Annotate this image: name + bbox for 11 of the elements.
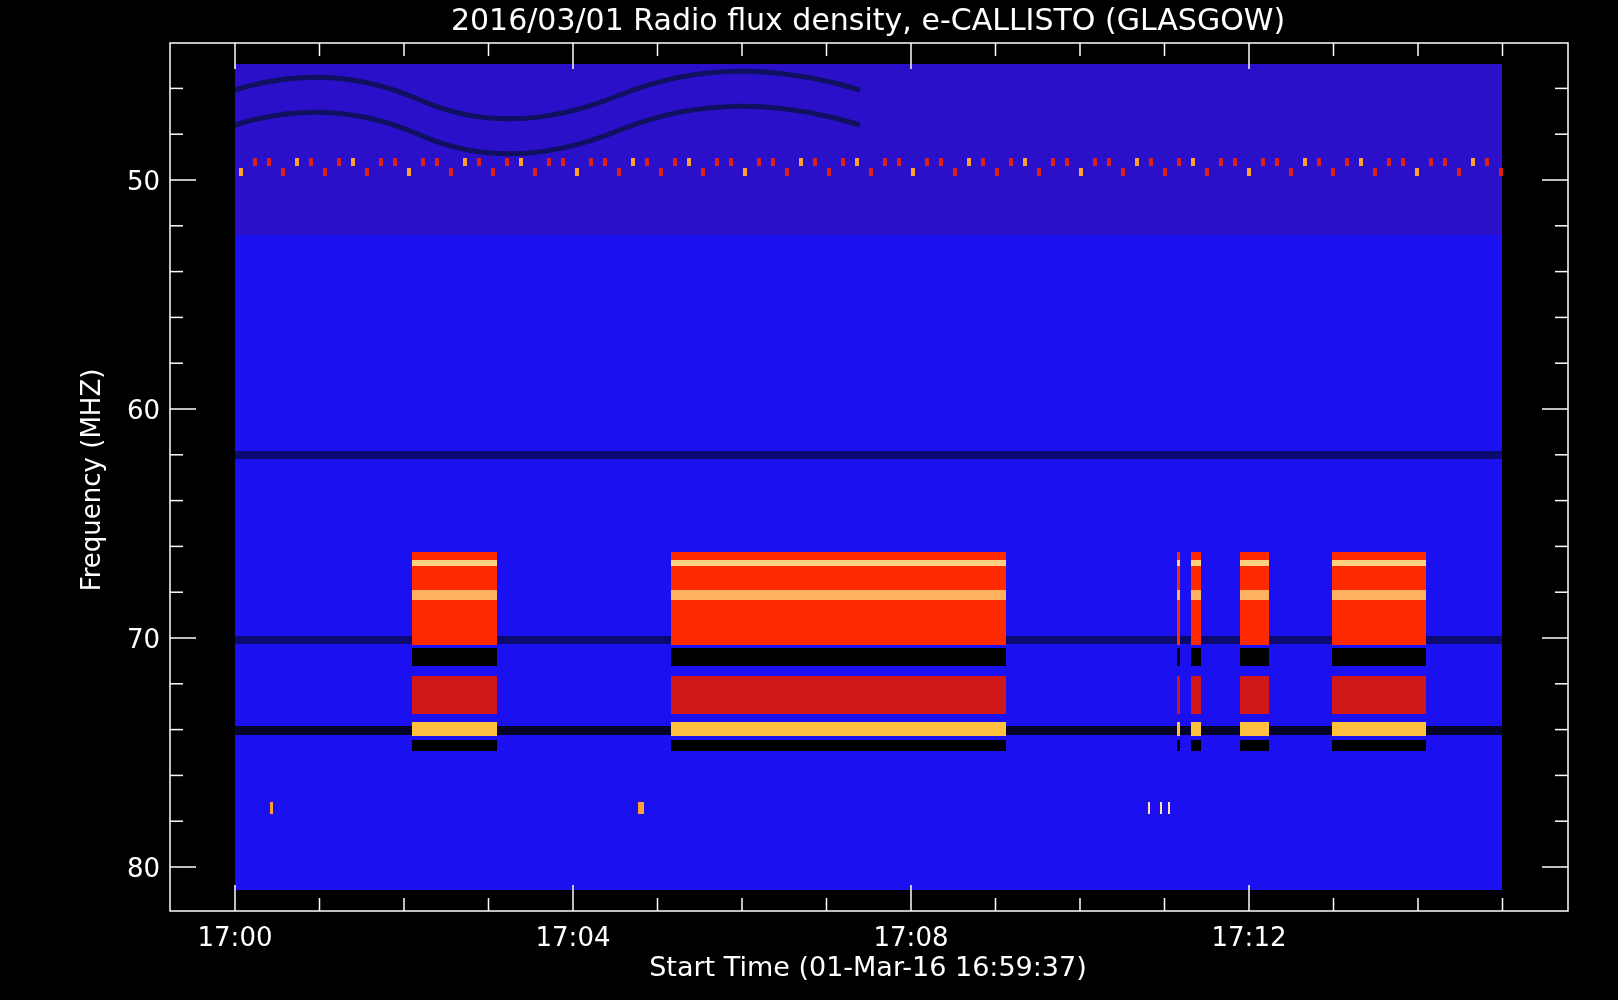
x-tick-label: 17:12 — [1211, 922, 1287, 952]
y-axis-label: Frequency (MHZ) — [76, 368, 106, 592]
x-axis-label: Start Time (01-Mar-16 16:59:37) — [649, 951, 1087, 982]
y-tick-label: 50 — [126, 166, 160, 196]
x-tick-label: 17:04 — [535, 922, 611, 952]
x-tick-label: 17:00 — [197, 922, 273, 952]
x-tick-label: 17:08 — [873, 922, 949, 952]
y-tick-label: 70 — [126, 624, 160, 654]
y-tick-label: 60 — [126, 395, 160, 425]
plot-title: 2016/03/01 Radio flux density, e-CALLISTO (GLASGOW) — [450, 2, 1286, 37]
y-tick-label: 80 — [126, 853, 160, 883]
